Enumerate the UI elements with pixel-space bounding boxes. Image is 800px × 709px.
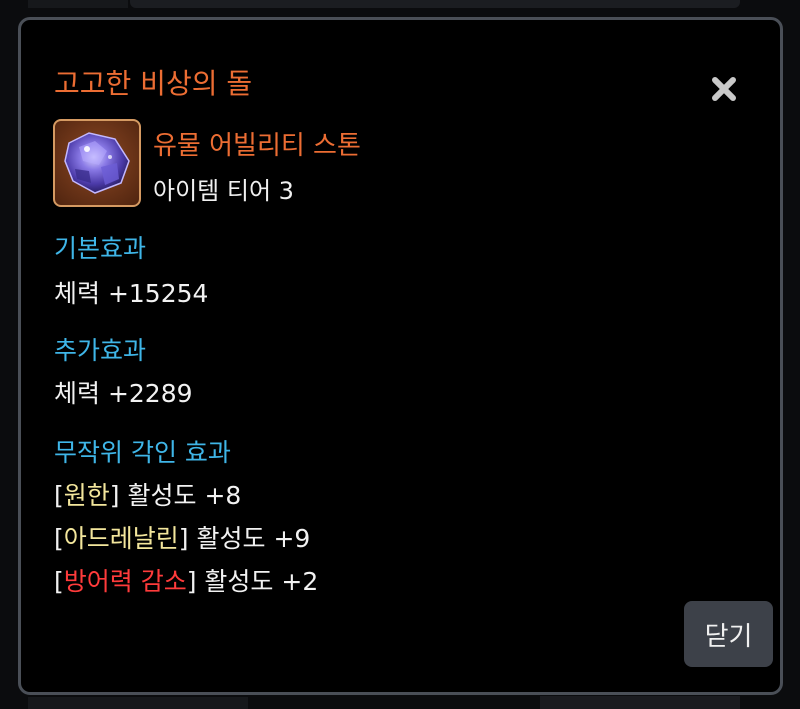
close-button[interactable]: 닫기 bbox=[684, 601, 773, 667]
background-list-item bbox=[28, 697, 248, 709]
basic-effect-stat: 체력 +15254 bbox=[54, 279, 209, 308]
item-tier-label: 아이템 티어 3 bbox=[153, 177, 294, 205]
background-list-item bbox=[540, 696, 740, 709]
bracket-close: ] bbox=[109, 481, 120, 510]
additional-effect-stat: 체력 +2289 bbox=[54, 379, 193, 408]
engraving-value: 활성도 +8 bbox=[119, 481, 242, 510]
item-name-title: 고고한 비상의 돌 bbox=[54, 67, 253, 100]
purple-crystal-stone-icon bbox=[53, 119, 141, 207]
additional-effect-header: 추가효과 bbox=[54, 336, 147, 365]
engraving-name: 원한 bbox=[63, 481, 110, 510]
item-tooltip-dialog: 고고한 비상의 돌 유물 어빌리티 스톤 아이템 티어 3 기본효과 체력 +1… bbox=[18, 17, 783, 695]
bracket-open: [ bbox=[54, 567, 64, 596]
basic-effect-header: 기본효과 bbox=[54, 234, 147, 263]
engraving-name: 아드레날린 bbox=[63, 524, 179, 553]
engraving-line: [아드레날린] 활성도 +9 bbox=[54, 519, 310, 555]
bracket-open: [ bbox=[54, 524, 64, 553]
engraving-line: [방어력 감소] 활성도 +2 bbox=[54, 562, 318, 598]
close-icon[interactable] bbox=[707, 72, 741, 106]
engraving-name: 방어력 감소 bbox=[63, 567, 187, 596]
random-engraving-header: 무작위 각인 효과 bbox=[54, 438, 231, 467]
item-category-label: 유물 어빌리티 스톤 bbox=[153, 131, 361, 161]
bracket-open: [ bbox=[54, 481, 64, 510]
background-panel bbox=[130, 0, 740, 8]
engraving-line: [원한] 활성도 +8 bbox=[54, 476, 241, 512]
engraving-value: 활성도 +9 bbox=[188, 524, 311, 553]
background-tab bbox=[28, 0, 128, 8]
bracket-close: ] bbox=[178, 524, 189, 553]
engraving-value: 활성도 +2 bbox=[196, 567, 319, 596]
